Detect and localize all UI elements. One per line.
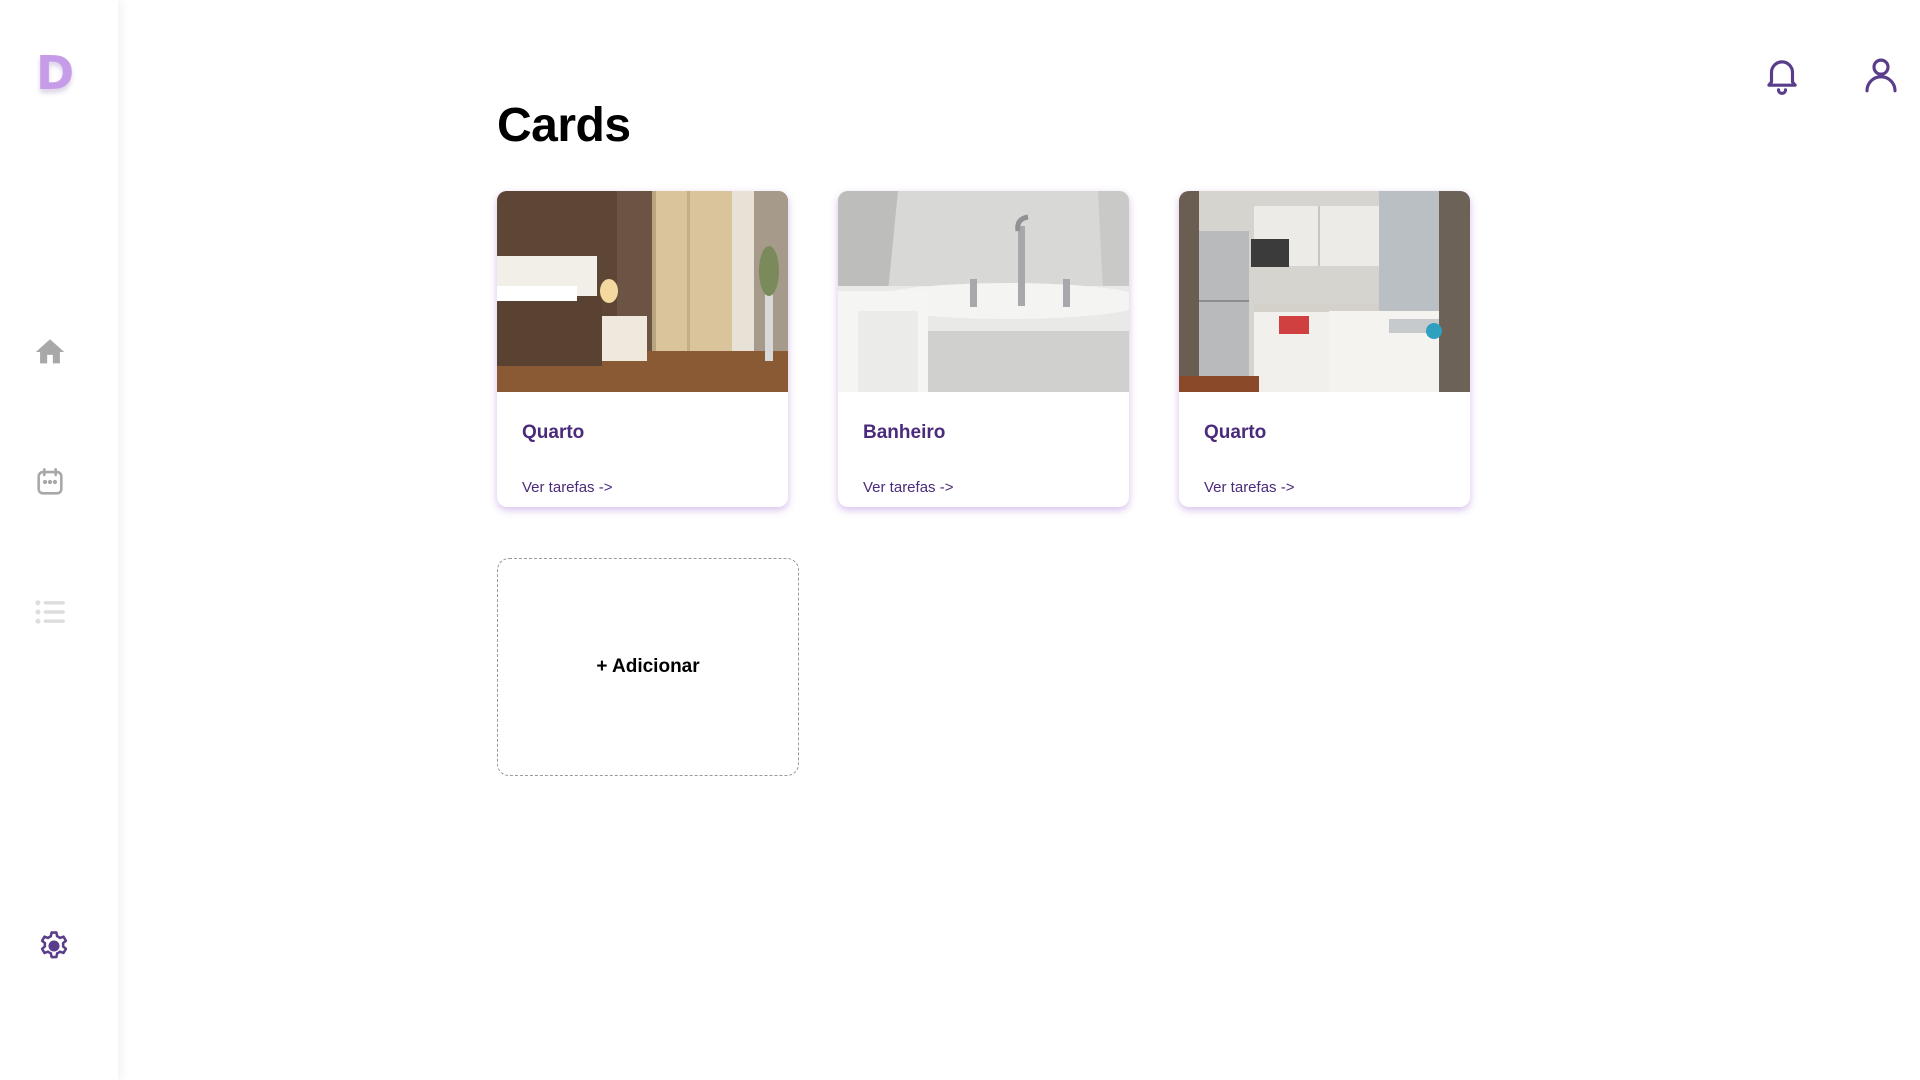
app-logo[interactable]: D: [36, 48, 80, 98]
bathroom-photo: [838, 191, 1129, 392]
bedroom-photo: [497, 191, 788, 392]
user-icon[interactable]: [1858, 52, 1904, 98]
card-quarto[interactable]: Quarto Ver tarefas ->: [497, 191, 788, 507]
kitchen-photo: [1179, 191, 1470, 392]
list-icon[interactable]: [32, 594, 68, 630]
home-icon[interactable]: [32, 334, 68, 370]
card-title: Quarto: [1204, 422, 1267, 443]
view-tasks-link[interactable]: Ver tarefas ->: [863, 479, 953, 496]
card-banheiro[interactable]: Banheiro Ver tarefas ->: [838, 191, 1129, 507]
card-title: Quarto: [522, 422, 585, 443]
page-title: Cards: [497, 99, 631, 152]
cards-grid: Quarto Ver tarefas -> Banheiro Ver taref…: [497, 191, 1470, 507]
view-tasks-link[interactable]: Ver tarefas ->: [522, 479, 612, 496]
card-title: Banheiro: [863, 422, 946, 443]
view-tasks-link[interactable]: Ver tarefas ->: [1204, 479, 1294, 496]
card-quarto-2[interactable]: Quarto Ver tarefas ->: [1179, 191, 1470, 507]
sidebar: D: [0, 0, 118, 1080]
bell-icon[interactable]: [1759, 52, 1805, 98]
add-card-button[interactable]: + Adicionar: [497, 558, 799, 776]
add-card-label: + Adicionar: [596, 656, 700, 677]
gear-icon[interactable]: [36, 928, 72, 964]
calendar-icon[interactable]: [32, 464, 68, 500]
